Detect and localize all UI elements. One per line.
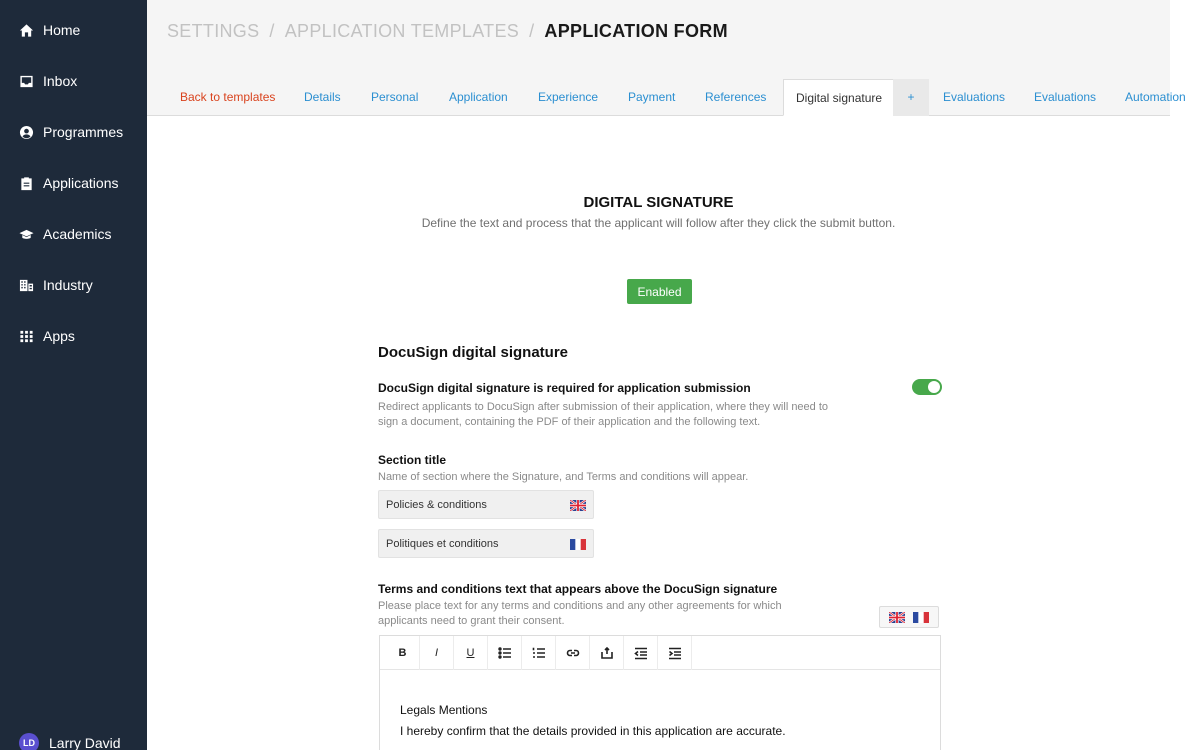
section-title-label: Section title	[378, 453, 447, 467]
clipboard-icon	[18, 175, 34, 191]
outdent-button[interactable]	[624, 635, 658, 670]
tab-add-button[interactable]: +	[893, 79, 929, 116]
embed-icon	[600, 646, 613, 659]
underline-button[interactable]: U	[454, 635, 488, 670]
home-icon	[18, 22, 34, 38]
section-subtitle: Define the text and process that the app…	[421, 216, 896, 230]
sidebar-item-label: Academics	[43, 226, 112, 242]
editor-line-heading: Legals Mentions	[400, 703, 488, 717]
sidebar-item-industry[interactable]: Industry	[0, 270, 147, 300]
breadcrumb-separator: /	[529, 21, 535, 41]
language-switcher	[879, 606, 939, 628]
docusign-required-help-2: sign a document, containing the PDF of t…	[378, 416, 761, 428]
terms-help-2: applicants need to grant their consent.	[378, 615, 565, 627]
building-icon	[18, 277, 34, 293]
tab-evaluations[interactable]: Evaluations	[943, 79, 1005, 116]
section-title: DIGITAL SIGNATURE	[583, 194, 734, 211]
sidebar-item-apps[interactable]: Apps	[0, 321, 147, 351]
sidebar-item-applications[interactable]: Applications	[0, 168, 147, 198]
bold-button[interactable]: B	[386, 635, 420, 670]
numbered-list-button[interactable]	[522, 635, 556, 670]
user-name: Larry David	[49, 735, 121, 750]
sidebar-item-label: Programmes	[43, 124, 124, 140]
bullet-list-button[interactable]	[488, 635, 522, 670]
page-title: APPLICATION FORM	[544, 21, 728, 41]
indent-icon	[668, 647, 681, 659]
avatar: LD	[19, 733, 39, 750]
sidebar-item-academics[interactable]: Academics	[0, 219, 147, 249]
sidebar-item-label: Applications	[43, 175, 119, 191]
section-title-en-input[interactable]: Policies & conditions	[378, 490, 594, 519]
sidebar-item-home[interactable]: Home	[0, 15, 147, 45]
terms-label: Terms and conditions text that appears a…	[378, 582, 778, 596]
grid-icon	[18, 328, 34, 344]
sidebar-item-label: Industry	[43, 277, 93, 293]
tab-bar: Back to templates Details Personal Appli…	[147, 79, 1200, 116]
terms-help: Please place text for any terms and cond…	[378, 600, 782, 612]
tab-references[interactable]: References	[705, 79, 766, 116]
user-profile[interactable]: LD Larry David	[19, 733, 121, 750]
bullet-list-icon	[497, 646, 511, 659]
france-flag-icon[interactable]	[913, 611, 929, 623]
tab-back-to-templates[interactable]: Back to templates	[180, 79, 275, 116]
outdent-icon	[633, 647, 647, 659]
tab-evaluations-2[interactable]: Evaluations	[1034, 79, 1096, 116]
sidebar: Home Inbox Programmes Applications Acade…	[0, 0, 147, 750]
toggle-knob	[928, 381, 940, 393]
sidebar-item-programmes[interactable]: Programmes	[0, 117, 147, 147]
embed-button[interactable]	[590, 635, 624, 670]
docusign-heading: DocuSign digital signature	[378, 344, 569, 361]
tab-personal[interactable]: Personal	[371, 79, 418, 116]
terms-editor: B I U Legals Mentions I hereby confirm t…	[379, 635, 941, 750]
breadcrumb-separator: /	[269, 21, 275, 41]
graduate-icon	[18, 124, 34, 140]
editor-toolbar: B I U	[380, 635, 940, 670]
docusign-required-toggle[interactable]	[912, 379, 942, 395]
sidebar-item-label: Inbox	[43, 73, 78, 89]
uk-flag-icon	[570, 500, 586, 511]
sidebar-item-label: Home	[43, 22, 81, 38]
breadcrumb-application-templates[interactable]: APPLICATION TEMPLATES	[285, 21, 519, 42]
numbered-list-icon	[532, 647, 545, 658]
italic-button[interactable]: I	[420, 635, 454, 670]
enabled-button[interactable]: Enabled	[627, 279, 692, 304]
tab-digital-signature[interactable]: Digital signature	[783, 79, 896, 116]
tab-details[interactable]: Details	[304, 79, 341, 116]
tab-application[interactable]: Application	[449, 79, 508, 116]
breadcrumb-settings[interactable]: SETTINGS	[167, 21, 259, 42]
editor-content[interactable]: Legals Mentions I hereby confirm that th…	[380, 670, 940, 742]
inbox-icon	[18, 73, 34, 89]
section-title-fr-input[interactable]: Politiques et conditions	[378, 529, 594, 558]
indent-button[interactable]	[658, 635, 692, 670]
docusign-required-label: DocuSign digital signature is required f…	[378, 381, 751, 395]
docusign-required-help: Redirect applicants to DocuSign after su…	[378, 401, 829, 413]
tab-experience[interactable]: Experience	[538, 79, 598, 116]
section-title-en-value: Policies & conditions	[386, 498, 487, 511]
link-icon	[566, 649, 579, 656]
editor-line: I hereby confirm that the details provid…	[400, 724, 786, 738]
mortarboard-icon	[18, 226, 34, 242]
tab-payment[interactable]: Payment	[628, 79, 675, 116]
sidebar-item-label: Apps	[43, 328, 75, 344]
link-button[interactable]	[556, 635, 590, 670]
france-flag-icon	[570, 539, 586, 550]
page-header: SETTINGS / APPLICATION TEMPLATES / APPLI…	[147, 0, 1186, 116]
main-content: DIGITAL SIGNATURE Define the text and pr…	[147, 117, 1200, 750]
breadcrumb: SETTINGS / APPLICATION TEMPLATES / APPLI…	[167, 21, 728, 42]
uk-flag-icon[interactable]	[889, 611, 905, 623]
section-title-fr-value: Politiques et conditions	[386, 537, 499, 550]
tab-automation[interactable]: Automation	[1125, 79, 1186, 116]
sidebar-item-inbox[interactable]: Inbox	[0, 66, 147, 96]
section-title-help: Name of section where the Signature, and…	[378, 471, 749, 483]
